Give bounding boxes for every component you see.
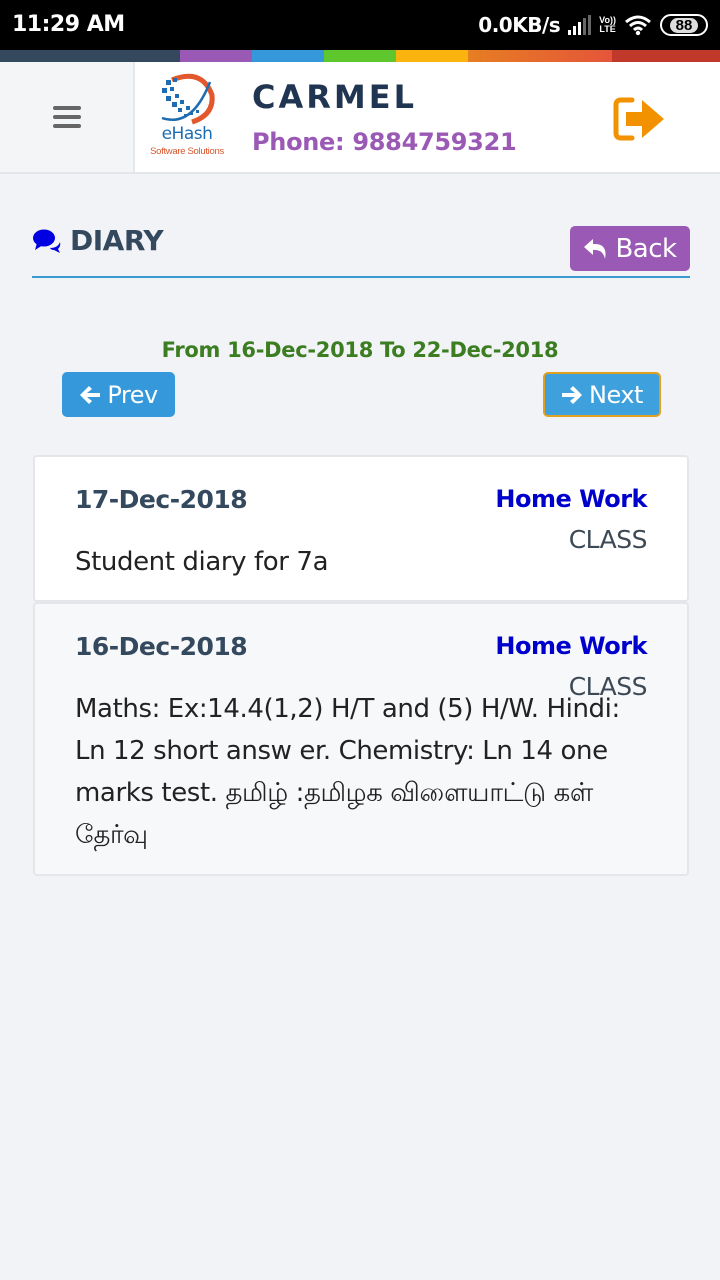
back-button-label: Back (615, 233, 677, 264)
entry-date: 16-Dec-2018 (75, 632, 248, 661)
stripe-segment (468, 50, 612, 62)
stripe-segment (180, 50, 252, 62)
stripe-segment (324, 50, 396, 62)
title-divider (32, 276, 690, 278)
sign-out-icon[interactable] (612, 96, 668, 142)
page-title: DIARY (32, 224, 164, 257)
stripe-segment (612, 50, 720, 62)
page-title-text: DIARY (70, 224, 164, 257)
entry-type: Home Work (495, 632, 647, 660)
school-phone: Phone: 9884759321 (252, 128, 517, 156)
arrow-right-icon (562, 385, 583, 404)
date-range: From 16-Dec-2018 To 22-Dec-2018 (161, 338, 559, 362)
app-header: eHash Software Solutions CARMEL Phone: 9… (0, 62, 720, 174)
network-speed: 0.0KB/s (478, 13, 561, 37)
next-button[interactable]: Next (543, 372, 661, 417)
prev-button[interactable]: Prev (62, 372, 175, 417)
entry-date: 17-Dec-2018 (75, 485, 248, 514)
logo-globe-icon (161, 73, 215, 125)
diary-entry[interactable]: 16-Dec-2018 Home Work CLASS Maths: Ex:14… (33, 602, 689, 876)
next-button-label: Next (589, 380, 643, 409)
back-button[interactable]: Back (570, 226, 690, 271)
arrow-left-icon (80, 385, 101, 404)
status-bar: 11:29 AM 0.0KB/s Vo)) LTE 88 (0, 0, 720, 50)
diary-entry[interactable]: 17-Dec-2018 Home Work CLASS Student diar… (33, 455, 689, 602)
school-name: CARMEL (252, 78, 417, 116)
menu-button[interactable] (0, 62, 135, 172)
status-time: 11:29 AM (12, 12, 125, 37)
volte-icon: Vo)) LTE (599, 16, 616, 34)
signal-icon (568, 15, 592, 35)
stripe-segment (252, 50, 324, 62)
stripe-segment (0, 50, 180, 62)
comments-icon (33, 229, 61, 253)
logo-text: eHash (161, 124, 213, 144)
color-stripe (0, 50, 720, 62)
reply-icon (584, 238, 606, 259)
logo-subtext: Software Solutions (150, 146, 224, 157)
volte-label-bottom: LTE (599, 24, 616, 34)
entry-body: Student diary for 7a (75, 547, 329, 577)
battery-icon: 88 (660, 14, 708, 36)
logo: eHash Software Solutions (142, 70, 232, 162)
entry-type: Home Work (495, 485, 647, 513)
prev-button-label: Prev (107, 380, 158, 409)
entry-body: Maths: Ex:14.4(1,2) H/T and (5) H/W. Hin… (75, 694, 620, 850)
stripe-segment (396, 50, 468, 62)
status-icons: 0.0KB/s Vo)) LTE 88 (478, 10, 708, 40)
hamburger-icon (52, 106, 81, 128)
battery-level: 88 (669, 17, 699, 33)
wifi-icon (625, 15, 651, 36)
